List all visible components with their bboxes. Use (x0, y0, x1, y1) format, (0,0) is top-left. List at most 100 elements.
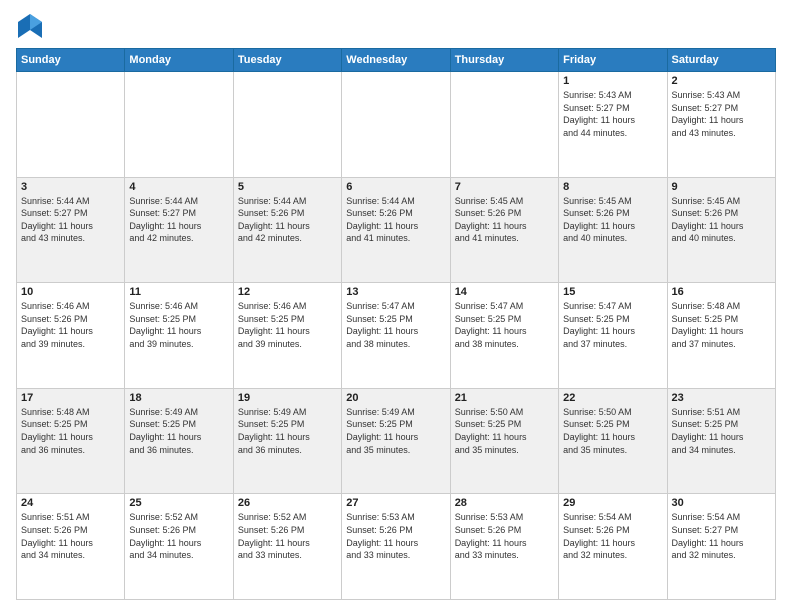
calendar-cell: 25 Sunrise: 5:52 AM Sunset: 5:26 PM Dayli… (125, 494, 233, 600)
day-number: 5 (238, 181, 337, 193)
day-info: Sunrise: 5:44 AM Sunset: 5:27 PM Dayligh… (129, 195, 228, 245)
day-info: Sunrise: 5:43 AM Sunset: 5:27 PM Dayligh… (672, 89, 771, 139)
day-info: Sunrise: 5:52 AM Sunset: 5:26 PM Dayligh… (129, 511, 228, 561)
day-info: Sunrise: 5:45 AM Sunset: 5:26 PM Dayligh… (455, 195, 554, 245)
day-number: 15 (563, 286, 662, 298)
day-info: Sunrise: 5:43 AM Sunset: 5:27 PM Dayligh… (563, 89, 662, 139)
day-info: Sunrise: 5:53 AM Sunset: 5:26 PM Dayligh… (346, 511, 445, 561)
weekday-header-saturday: Saturday (667, 49, 775, 72)
day-info: Sunrise: 5:50 AM Sunset: 5:25 PM Dayligh… (563, 406, 662, 456)
calendar-cell (125, 72, 233, 178)
day-info: Sunrise: 5:51 AM Sunset: 5:25 PM Dayligh… (672, 406, 771, 456)
calendar-cell: 4 Sunrise: 5:44 AM Sunset: 5:27 PM Daylig… (125, 177, 233, 283)
day-info: Sunrise: 5:48 AM Sunset: 5:25 PM Dayligh… (21, 406, 120, 456)
day-number: 4 (129, 181, 228, 193)
calendar-cell (233, 72, 341, 178)
calendar-week-0: 1Sunrise: 5:43 AM Sunset: 5:27 PM Daylig… (17, 72, 776, 178)
day-number: 9 (672, 181, 771, 193)
calendar-header: SundayMondayTuesdayWednesdayThursdayFrid… (17, 49, 776, 72)
logo-icon (16, 12, 44, 40)
logo (16, 12, 48, 40)
calendar-cell: 5 Sunrise: 5:44 AM Sunset: 5:26 PM Daylig… (233, 177, 341, 283)
day-number: 22 (563, 392, 662, 404)
day-info: Sunrise: 5:45 AM Sunset: 5:26 PM Dayligh… (672, 195, 771, 245)
day-info: Sunrise: 5:47 AM Sunset: 5:25 PM Dayligh… (563, 300, 662, 350)
calendar-cell: 21 Sunrise: 5:50 AM Sunset: 5:25 PM Dayli… (450, 388, 558, 494)
calendar-cell: 23 Sunrise: 5:51 AM Sunset: 5:25 PM Dayli… (667, 388, 775, 494)
day-number: 27 (346, 497, 445, 509)
page: SundayMondayTuesdayWednesdayThursdayFrid… (0, 0, 792, 612)
calendar-cell: 17 Sunrise: 5:48 AM Sunset: 5:25 PM Dayli… (17, 388, 125, 494)
day-info: Sunrise: 5:46 AM Sunset: 5:25 PM Dayligh… (238, 300, 337, 350)
day-info: Sunrise: 5:44 AM Sunset: 5:26 PM Dayligh… (346, 195, 445, 245)
day-number: 16 (672, 286, 771, 298)
day-number: 8 (563, 181, 662, 193)
calendar-cell: 22 Sunrise: 5:50 AM Sunset: 5:25 PM Dayli… (559, 388, 667, 494)
day-number: 25 (129, 497, 228, 509)
day-number: 30 (672, 497, 771, 509)
calendar-table: SundayMondayTuesdayWednesdayThursdayFrid… (16, 48, 776, 600)
header (16, 12, 776, 40)
calendar-cell: 13 Sunrise: 5:47 AM Sunset: 5:25 PM Dayli… (342, 283, 450, 389)
day-number: 17 (21, 392, 120, 404)
calendar-cell: 11 Sunrise: 5:46 AM Sunset: 5:25 PM Dayli… (125, 283, 233, 389)
day-info: Sunrise: 5:54 AM Sunset: 5:27 PM Dayligh… (672, 511, 771, 561)
day-info: Sunrise: 5:46 AM Sunset: 5:26 PM Dayligh… (21, 300, 120, 350)
day-info: Sunrise: 5:47 AM Sunset: 5:25 PM Dayligh… (455, 300, 554, 350)
day-number: 11 (129, 286, 228, 298)
calendar-cell: 10 Sunrise: 5:46 AM Sunset: 5:26 PM Dayli… (17, 283, 125, 389)
day-info: Sunrise: 5:54 AM Sunset: 5:26 PM Dayligh… (563, 511, 662, 561)
day-number: 7 (455, 181, 554, 193)
day-info: Sunrise: 5:46 AM Sunset: 5:25 PM Dayligh… (129, 300, 228, 350)
weekday-header-thursday: Thursday (450, 49, 558, 72)
day-number: 14 (455, 286, 554, 298)
calendar-cell: 6Sunrise: 5:44 AM Sunset: 5:26 PM Daylig… (342, 177, 450, 283)
day-number: 13 (346, 286, 445, 298)
day-info: Sunrise: 5:44 AM Sunset: 5:27 PM Dayligh… (21, 195, 120, 245)
calendar-cell: 9 Sunrise: 5:45 AM Sunset: 5:26 PM Daylig… (667, 177, 775, 283)
calendar-cell: 30 Sunrise: 5:54 AM Sunset: 5:27 PM Dayli… (667, 494, 775, 600)
day-info: Sunrise: 5:49 AM Sunset: 5:25 PM Dayligh… (238, 406, 337, 456)
calendar-body: 1Sunrise: 5:43 AM Sunset: 5:27 PM Daylig… (17, 72, 776, 600)
calendar-cell: 29 Sunrise: 5:54 AM Sunset: 5:26 PM Dayli… (559, 494, 667, 600)
calendar-cell: 26Sunrise: 5:52 AM Sunset: 5:26 PM Dayli… (233, 494, 341, 600)
day-info: Sunrise: 5:48 AM Sunset: 5:25 PM Dayligh… (672, 300, 771, 350)
day-info: Sunrise: 5:44 AM Sunset: 5:26 PM Dayligh… (238, 195, 337, 245)
weekday-header-row: SundayMondayTuesdayWednesdayThursdayFrid… (17, 49, 776, 72)
weekday-header-sunday: Sunday (17, 49, 125, 72)
day-number: 23 (672, 392, 771, 404)
calendar-cell: 12 Sunrise: 5:46 AM Sunset: 5:25 PM Dayli… (233, 283, 341, 389)
day-number: 2 (672, 75, 771, 87)
calendar-week-2: 10 Sunrise: 5:46 AM Sunset: 5:26 PM Dayli… (17, 283, 776, 389)
day-info: Sunrise: 5:51 AM Sunset: 5:26 PM Dayligh… (21, 511, 120, 561)
calendar-cell: 1Sunrise: 5:43 AM Sunset: 5:27 PM Daylig… (559, 72, 667, 178)
calendar-cell: 19 Sunrise: 5:49 AM Sunset: 5:25 PM Dayli… (233, 388, 341, 494)
calendar-cell: 2 Sunrise: 5:43 AM Sunset: 5:27 PM Daylig… (667, 72, 775, 178)
weekday-header-tuesday: Tuesday (233, 49, 341, 72)
calendar-week-1: 3 Sunrise: 5:44 AM Sunset: 5:27 PM Daylig… (17, 177, 776, 283)
day-number: 19 (238, 392, 337, 404)
day-info: Sunrise: 5:47 AM Sunset: 5:25 PM Dayligh… (346, 300, 445, 350)
day-info: Sunrise: 5:49 AM Sunset: 5:25 PM Dayligh… (129, 406, 228, 456)
day-number: 10 (21, 286, 120, 298)
day-info: Sunrise: 5:45 AM Sunset: 5:26 PM Dayligh… (563, 195, 662, 245)
day-info: Sunrise: 5:50 AM Sunset: 5:25 PM Dayligh… (455, 406, 554, 456)
calendar-week-4: 24 Sunrise: 5:51 AM Sunset: 5:26 PM Dayli… (17, 494, 776, 600)
calendar-cell: 15 Sunrise: 5:47 AM Sunset: 5:25 PM Dayli… (559, 283, 667, 389)
calendar-cell: 8 Sunrise: 5:45 AM Sunset: 5:26 PM Daylig… (559, 177, 667, 283)
calendar-cell (450, 72, 558, 178)
day-number: 20 (346, 392, 445, 404)
day-number: 29 (563, 497, 662, 509)
calendar-cell: 3 Sunrise: 5:44 AM Sunset: 5:27 PM Daylig… (17, 177, 125, 283)
day-number: 21 (455, 392, 554, 404)
day-info: Sunrise: 5:52 AM Sunset: 5:26 PM Dayligh… (238, 511, 337, 561)
day-number: 24 (21, 497, 120, 509)
day-number: 12 (238, 286, 337, 298)
calendar-cell: 7 Sunrise: 5:45 AM Sunset: 5:26 PM Daylig… (450, 177, 558, 283)
calendar-cell: 16 Sunrise: 5:48 AM Sunset: 5:25 PM Dayli… (667, 283, 775, 389)
day-number: 3 (21, 181, 120, 193)
calendar-cell: 14 Sunrise: 5:47 AM Sunset: 5:25 PM Dayli… (450, 283, 558, 389)
calendar-week-3: 17 Sunrise: 5:48 AM Sunset: 5:25 PM Dayli… (17, 388, 776, 494)
calendar-cell: 18Sunrise: 5:49 AM Sunset: 5:25 PM Dayli… (125, 388, 233, 494)
day-number: 28 (455, 497, 554, 509)
